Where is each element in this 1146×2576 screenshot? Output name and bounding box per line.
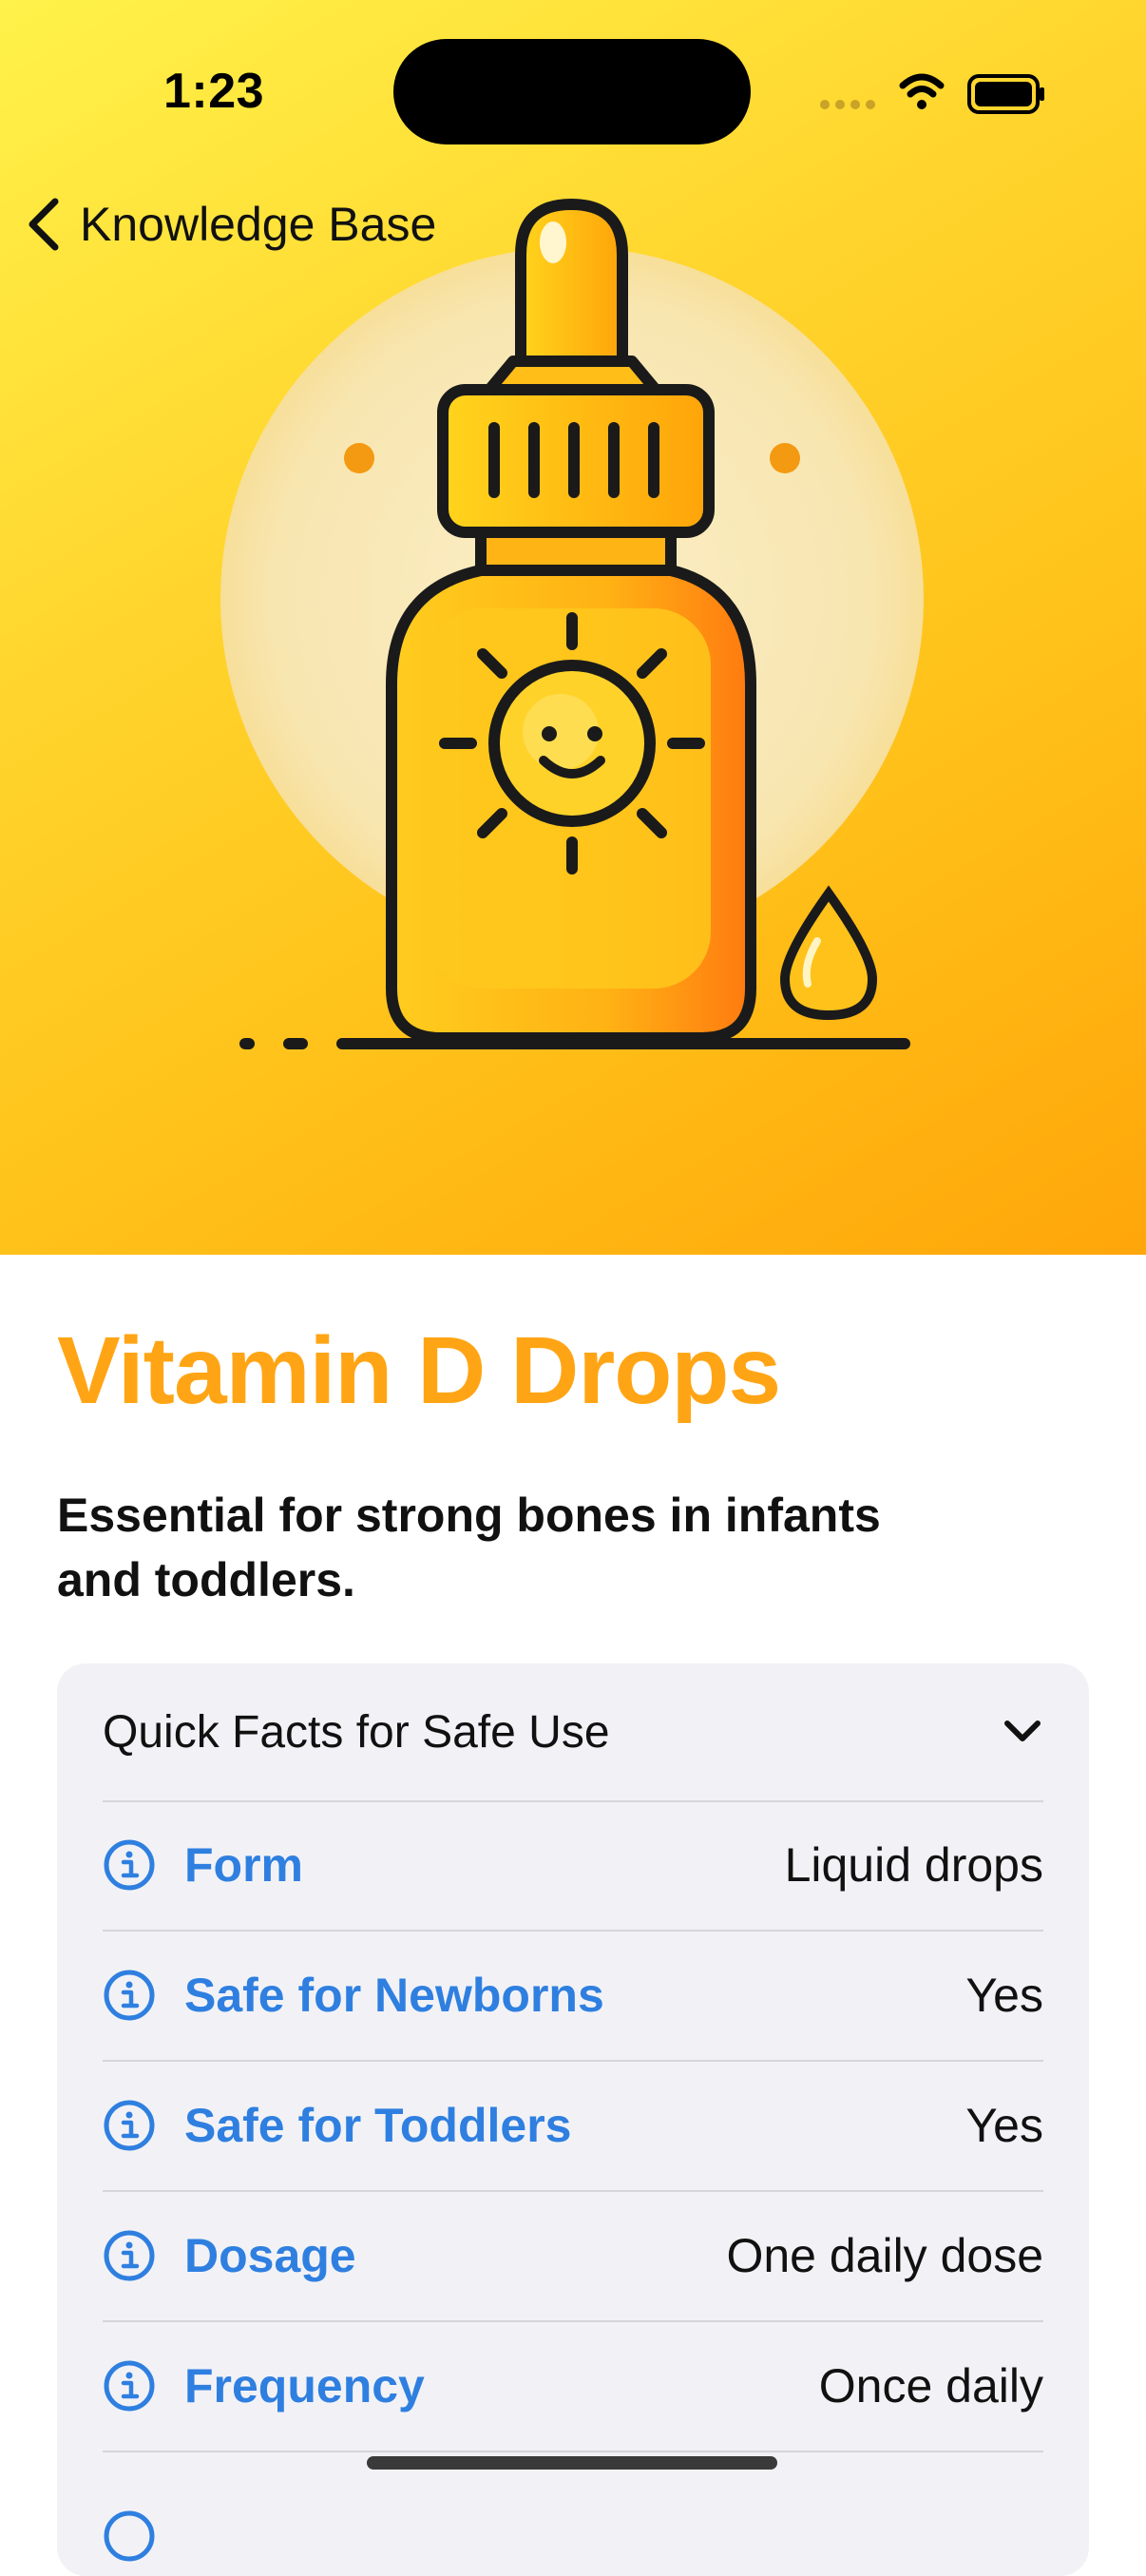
battery-icon <box>967 74 1044 114</box>
dynamic-island <box>393 39 751 144</box>
back-button-label: Knowledge Base <box>80 198 437 251</box>
fact-value: Yes <box>965 1969 1043 2022</box>
status-time: 1:23 <box>163 64 265 119</box>
info-circle-icon[interactable] <box>103 2099 156 2152</box>
fact-row-frequency[interactable]: Frequency Once daily <box>103 2321 1043 2452</box>
wifi-icon <box>899 73 945 109</box>
quick-facts-card: Quick Facts for Safe Use Form Liquid dro… <box>57 1663 1089 2576</box>
fact-label: Safe for Newborns <box>184 1969 604 2022</box>
quick-facts-title: Quick Facts for Safe Use <box>103 1706 610 1758</box>
fact-row-safe-newborns[interactable]: Safe for Newborns Yes <box>103 1931 1043 2062</box>
article-title: Vitamin D Drops <box>57 1317 781 1424</box>
fact-value: Once daily <box>818 2359 1043 2413</box>
info-circle-icon[interactable] <box>103 1969 156 2022</box>
info-circle-icon[interactable] <box>103 2359 156 2413</box>
info-circle-icon[interactable] <box>103 1838 156 1892</box>
chevron-left-icon <box>29 198 59 251</box>
fact-value: Liquid drops <box>784 1838 1043 1892</box>
info-circle-icon[interactable] <box>103 2509 156 2563</box>
fact-row-dosage[interactable]: Dosage One daily dose <box>103 2191 1043 2322</box>
status-bar: 1:23 <box>0 0 1146 190</box>
quick-facts-toggle[interactable]: Quick Facts for Safe Use <box>103 1663 1043 1802</box>
article-subtitle: Essential for strong bones in infants an… <box>57 1489 881 1606</box>
fact-label: Safe for Toddlers <box>184 2099 572 2152</box>
info-circle-icon[interactable] <box>103 2229 156 2282</box>
hero-banner: 1:23 Knowledge Base <box>0 0 1146 1255</box>
back-button[interactable]: Knowledge Base <box>23 186 436 262</box>
fact-label: Form <box>184 1838 303 1892</box>
fact-row-safe-toddlers[interactable]: Safe for Toddlers Yes <box>103 2061 1043 2192</box>
fact-label: Frequency <box>184 2359 425 2413</box>
fact-row-form[interactable]: Form Liquid drops <box>103 1800 1043 1932</box>
article-content: Vitamin D Drops Essential for strong bon… <box>0 1255 1146 2576</box>
fact-value: One daily dose <box>726 2229 1043 2282</box>
cellular-icon <box>820 100 875 109</box>
fact-label: Dosage <box>184 2229 356 2282</box>
chevron-down-icon <box>1004 1721 1041 1741</box>
fact-value: Yes <box>965 2099 1043 2152</box>
status-icons <box>820 73 1044 114</box>
home-indicator[interactable] <box>367 2456 777 2470</box>
